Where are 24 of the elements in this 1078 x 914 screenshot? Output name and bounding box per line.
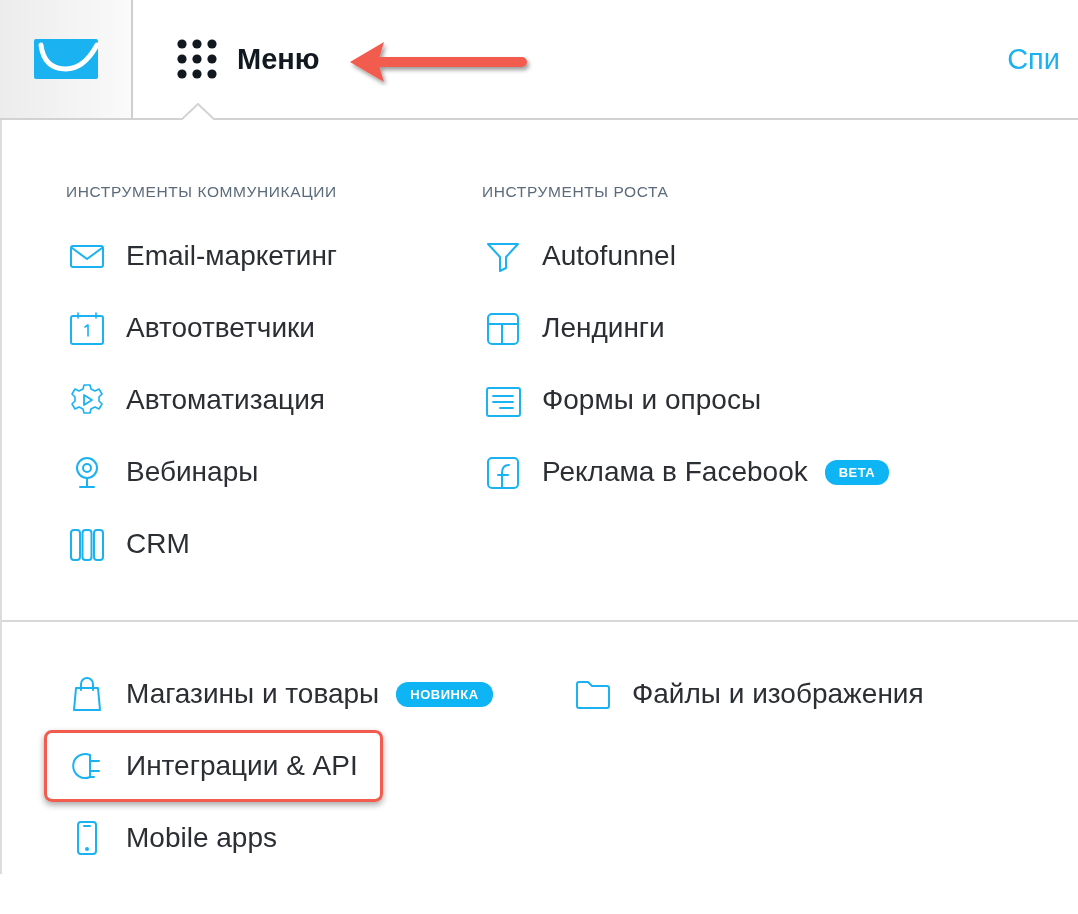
menu-item[interactable]: Формы и опросы: [460, 364, 786, 436]
menu-item[interactable]: Вебинары: [44, 436, 284, 508]
badge: BETA: [824, 459, 890, 485]
menu-item[interactable]: CRM: [44, 508, 215, 580]
menu-item[interactable]: Реклама в Facebook BETA: [460, 436, 915, 508]
section-heading: ИНСТРУМЕНТЫ РОСТА: [482, 182, 670, 202]
menu-button[interactable]: Меню: [177, 0, 320, 118]
badge: НОВИНКА: [396, 681, 493, 707]
menu-item[interactable]: Autofunnel: [460, 220, 701, 292]
menu-item[interactable]: Автоответчики: [44, 292, 340, 364]
facebook-icon: [485, 454, 521, 490]
menu-item[interactable]: Файлы и изображения: [550, 658, 949, 730]
menu-item[interactable]: Email-маркетинг: [44, 220, 363, 292]
layout-icon: [485, 310, 521, 346]
menu-item[interactable]: Магазины и товары НОВИНКА: [44, 658, 518, 730]
menu-item[interactable]: Лендинги: [460, 292, 690, 364]
calendar-icon: [69, 310, 105, 346]
section-heading: ИНСТРУМЕНТЫ КОММУНИКАЦИИ: [66, 182, 338, 202]
columns-icon: [69, 526, 105, 562]
menu-item[interactable]: Автоматизация: [44, 364, 350, 436]
logo-icon[interactable]: [33, 39, 98, 79]
grid-dots-icon: [177, 39, 217, 79]
menu-item[interactable]: Интеграции & API: [44, 730, 383, 802]
menu-item[interactable]: Mobile apps: [44, 802, 302, 874]
